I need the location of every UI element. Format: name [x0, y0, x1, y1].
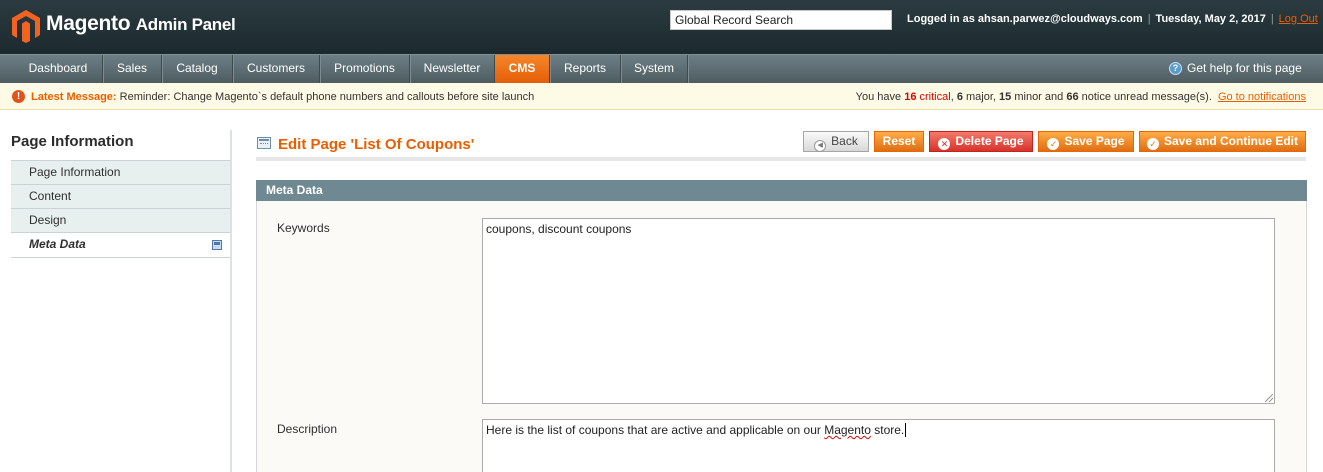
help-link[interactable]: ? Get help for this page — [1169, 61, 1302, 75]
critical-count: 16 — [904, 91, 917, 103]
title-divider — [256, 157, 1306, 161]
nav-sales[interactable]: Sales — [103, 55, 162, 83]
keywords-textarea[interactable]: coupons, discount coupons — [482, 218, 1275, 404]
sidebar-tabs: Page Information Content Design Meta Dat… — [11, 160, 231, 258]
global-search-input[interactable]: Global Record Search — [670, 10, 892, 30]
tab-meta-data-label: Meta Data — [29, 237, 86, 251]
main-nav: Dashboard Sales Catalog Customers Promot… — [0, 54, 1323, 83]
delete-icon: ✕ — [938, 138, 951, 150]
system-message-bar: ! Latest Message: Reminder: Change Magen… — [0, 83, 1323, 110]
description-label: Description — [277, 422, 338, 436]
nav-newsletter[interactable]: Newsletter — [410, 55, 495, 83]
help-icon: ? — [1169, 61, 1182, 75]
latest-message: Latest Message: Reminder: Change Magento… — [31, 91, 535, 103]
tab-design[interactable]: Design — [11, 209, 231, 233]
sidebar-title: Page Information — [11, 133, 134, 150]
nav-catalog[interactable]: Catalog — [162, 55, 233, 83]
changed-icon — [212, 240, 222, 250]
top-header: Magento Admin Panel Global Record Search… — [0, 0, 1323, 54]
tab-meta-data[interactable]: Meta Data — [11, 233, 231, 258]
nav-system[interactable]: System — [621, 55, 688, 83]
nav-reports[interactable]: Reports — [550, 55, 621, 83]
check-icon: ✓ — [1047, 138, 1060, 150]
nav-cms[interactable]: CMS — [495, 55, 550, 83]
back-icon: ◀ — [814, 140, 827, 152]
nav-dashboard[interactable]: Dashboard — [14, 55, 103, 83]
keywords-label: Keywords — [277, 221, 330, 235]
check-icon: ✓ — [1146, 138, 1159, 150]
logout-link[interactable]: Log Out — [1279, 13, 1318, 25]
message-counts: You have 16 critical, 6 major, 15 minor … — [855, 91, 1306, 103]
page-icon — [257, 137, 271, 149]
tab-content[interactable]: Content — [11, 185, 231, 209]
help-label: Get help for this page — [1187, 61, 1302, 75]
back-button[interactable]: ◀ Back — [803, 131, 869, 152]
keywords-value: coupons, discount coupons — [486, 222, 632, 236]
reset-button[interactable]: Reset — [874, 131, 924, 152]
fieldset-header: Meta Data — [256, 180, 1307, 201]
resize-handle[interactable] — [1265, 394, 1273, 402]
logged-in-text: Logged in as ahsan.parwez@cloudways.com — [907, 13, 1143, 25]
nav-promotions[interactable]: Promotions — [320, 55, 410, 83]
description-textarea[interactable]: Here is the list of coupons that are act… — [482, 419, 1275, 472]
save-page-button[interactable]: ✓ Save Page — [1038, 131, 1134, 152]
sidebar-divider — [230, 130, 232, 472]
app-title: Magento Admin Panel — [46, 12, 236, 35]
save-and-continue-button[interactable]: ✓ Save and Continue Edit — [1139, 131, 1306, 152]
magento-logo-icon[interactable] — [11, 9, 41, 43]
delete-page-button[interactable]: ✕ Delete Page — [929, 131, 1033, 152]
misspelled-word: Magento — [824, 423, 871, 437]
tab-page-information[interactable]: Page Information — [11, 161, 231, 185]
current-date: Tuesday, May 2, 2017 — [1155, 13, 1266, 25]
alert-icon: ! — [12, 90, 25, 103]
header-user-links: Logged in as ahsan.parwez@cloudways.com |… — [907, 13, 1318, 25]
go-to-notifications-link[interactable]: Go to notifications — [1218, 91, 1306, 103]
page-title: Edit Page 'List Of Coupons' — [278, 136, 475, 153]
nav-customers[interactable]: Customers — [233, 55, 320, 83]
